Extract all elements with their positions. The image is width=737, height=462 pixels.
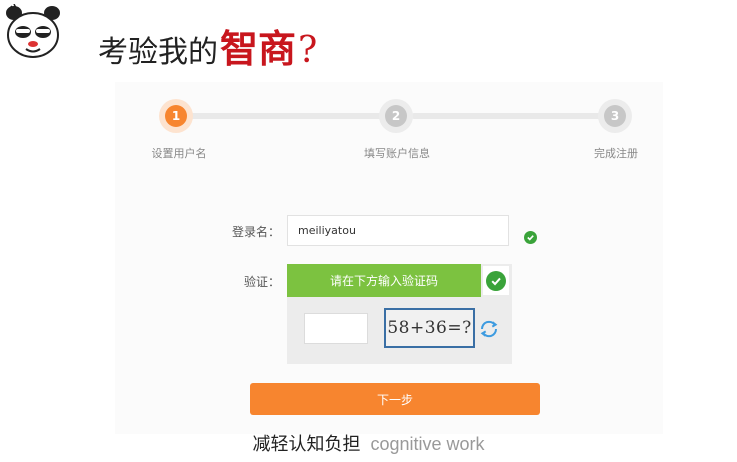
- next-step-button[interactable]: 下一步: [250, 383, 540, 415]
- slide-caption: 减轻认知负担 cognitive work: [0, 430, 737, 460]
- step-1-number: 1: [165, 105, 187, 127]
- panda-mascot-icon: [4, 3, 62, 62]
- title-plain: 考验我的: [98, 35, 218, 70]
- page-title: 考验我的 智商 ?: [98, 18, 317, 71]
- title-accent: 智商: [220, 26, 297, 71]
- step-connector: [411, 113, 615, 119]
- caption-chinese: 减轻认知负担: [252, 434, 361, 455]
- step-3-label: 完成注册: [594, 147, 638, 160]
- check-icon: [486, 270, 506, 291]
- captcha-answer-input[interactable]: [304, 313, 368, 344]
- step-3-circle: 3: [598, 99, 632, 133]
- verify-passed-check: [483, 266, 509, 295]
- username-input[interactable]: [287, 215, 509, 246]
- progress-steps: 1 2 3 设置用户名 填写账户信息 完成注册: [115, 82, 663, 172]
- captcha-image: 58+36=?: [384, 308, 475, 348]
- registration-panel: 1 2 3 设置用户名 填写账户信息 完成注册 登录名： 验证： 请在下方输入验…: [115, 82, 663, 434]
- caption-english: cognitive work: [370, 434, 485, 454]
- refresh-captcha-icon[interactable]: [478, 318, 500, 340]
- username-valid-check-icon: [524, 231, 537, 244]
- verify-prompt-bar: 请在下方输入验证码: [287, 264, 481, 297]
- step-1-circle: 1: [159, 99, 193, 133]
- step-2-circle: 2: [379, 99, 413, 133]
- verify-box: 请在下方输入验证码 58+36=?: [287, 264, 512, 364]
- step-2-label: 填写账户信息: [364, 147, 430, 160]
- step-3-number: 3: [604, 105, 626, 127]
- step-connector: [177, 113, 397, 119]
- username-label: 登录名：: [232, 225, 281, 239]
- step-2-number: 2: [385, 105, 407, 127]
- title-suffix: ?: [298, 30, 318, 71]
- step-1-label: 设置用户名: [151, 147, 207, 160]
- verify-label: 验证：: [244, 275, 281, 289]
